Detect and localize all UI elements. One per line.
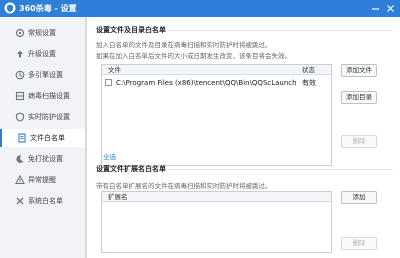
column-header-file: 文件 — [108, 66, 121, 74]
360-logo-icon — [4, 2, 16, 14]
close-icon[interactable] — [385, 3, 396, 14]
add-directory-button[interactable]: 添加目录 — [341, 91, 377, 104]
delete-file-button[interactable]: 删除 — [341, 135, 377, 148]
sidebar-item-system-whitelist[interactable]: 系统白名单 — [0, 192, 85, 210]
file-whitelist-table[interactable]: 文件 状态 C:\Program Files (x86)\tencent\QQ\… — [101, 64, 332, 166]
file-whitelist-desc-2: 如果在加入白名单后文件的大小或日期发生改变，该条目将会失效。 — [96, 52, 291, 60]
ext-whitelist-desc: 带有白名单扩展名的文件在病毒扫描和实时防护时将被跳过。 — [96, 182, 272, 190]
sidebar-item-exception-alert[interactable]: 异常提醒 — [0, 171, 85, 189]
sidebar-item-label: 文件白名单 — [30, 134, 65, 142]
table-header: 扩展名 — [102, 192, 331, 202]
table-header: 文件 状态 — [102, 65, 331, 75]
engine-icon — [15, 70, 25, 80]
ext-whitelist-table[interactable]: 扩展名 — [101, 191, 332, 253]
minimize-icon[interactable] — [370, 3, 381, 14]
moon-icon — [16, 155, 24, 163]
sidebar-item-label: 多引擎设置 — [28, 71, 63, 79]
file-list-icon — [18, 133, 26, 143]
select-all-link[interactable]: 全选 — [103, 153, 116, 162]
delete-extension-button[interactable]: 删除 — [341, 237, 377, 250]
gear-icon — [15, 28, 25, 38]
sidebar-item-label: 常规设置 — [28, 29, 56, 37]
section-divider — [167, 169, 393, 170]
row-checkbox[interactable] — [105, 79, 112, 86]
add-file-button[interactable]: 添加文件 — [341, 64, 377, 77]
upload-icon — [17, 50, 23, 58]
sidebar-item-general[interactable]: 常规设置 — [0, 24, 85, 42]
title-bar: 360杀毒 - 设置 — [0, 0, 400, 17]
ext-whitelist-title: 设置文件扩展名白名单 — [96, 165, 166, 173]
add-extension-button[interactable]: 添加 — [341, 191, 377, 204]
sidebar-item-multi-engine[interactable]: 多引擎设置 — [0, 66, 85, 84]
tools-icon — [16, 197, 24, 205]
file-path: C:\Program Files (x86)\tencent\QQ\Bin\QQ… — [116, 79, 296, 87]
window-title: 360杀毒 - 设置 — [19, 4, 77, 13]
sidebar-item-label: 免打扰设置 — [28, 155, 63, 163]
alert-icon — [15, 175, 25, 185]
table-row[interactable]: C:\Program Files (x86)\tencent\QQ\Bin\QQ… — [102, 77, 331, 88]
shield-icon — [15, 112, 25, 122]
section-divider — [167, 30, 393, 31]
settings-content: 设置文件及目录白名单 加入白名单的文件及目录在病毒扫描和实时防护时将被跳过。 如… — [87, 17, 400, 258]
sidebar-item-upgrade[interactable]: 升级设置 — [0, 45, 85, 63]
sidebar-item-virus-scan[interactable]: 病毒扫描设置 — [0, 87, 85, 105]
file-status: 有效 — [302, 79, 316, 87]
sidebar-item-realtime-protection[interactable]: 实时防护设置 — [0, 108, 85, 126]
settings-sidebar: 常规设置 升级设置 多引擎设置 病毒扫描设置 实时防护设置 文件白名单 免打扰设… — [0, 17, 86, 258]
sidebar-item-label: 病毒扫描设置 — [28, 92, 70, 100]
file-whitelist-desc-1: 加入白名单的文件及目录在病毒扫描和实时防护时将被跳过。 — [96, 41, 272, 49]
column-header-extension: 扩展名 — [108, 193, 128, 201]
column-header-status: 状态 — [302, 66, 315, 74]
sidebar-item-label: 异常提醒 — [28, 176, 56, 184]
file-whitelist-title: 设置文件及目录白名单 — [96, 26, 166, 34]
scan-icon — [15, 91, 25, 101]
sidebar-item-file-whitelist[interactable]: 文件白名单 — [0, 129, 85, 147]
sidebar-item-label: 实时防护设置 — [28, 113, 70, 121]
sidebar-item-label: 系统白名单 — [28, 197, 63, 205]
sidebar-item-label: 升级设置 — [28, 50, 56, 58]
sidebar-item-do-not-disturb[interactable]: 免打扰设置 — [0, 150, 85, 168]
